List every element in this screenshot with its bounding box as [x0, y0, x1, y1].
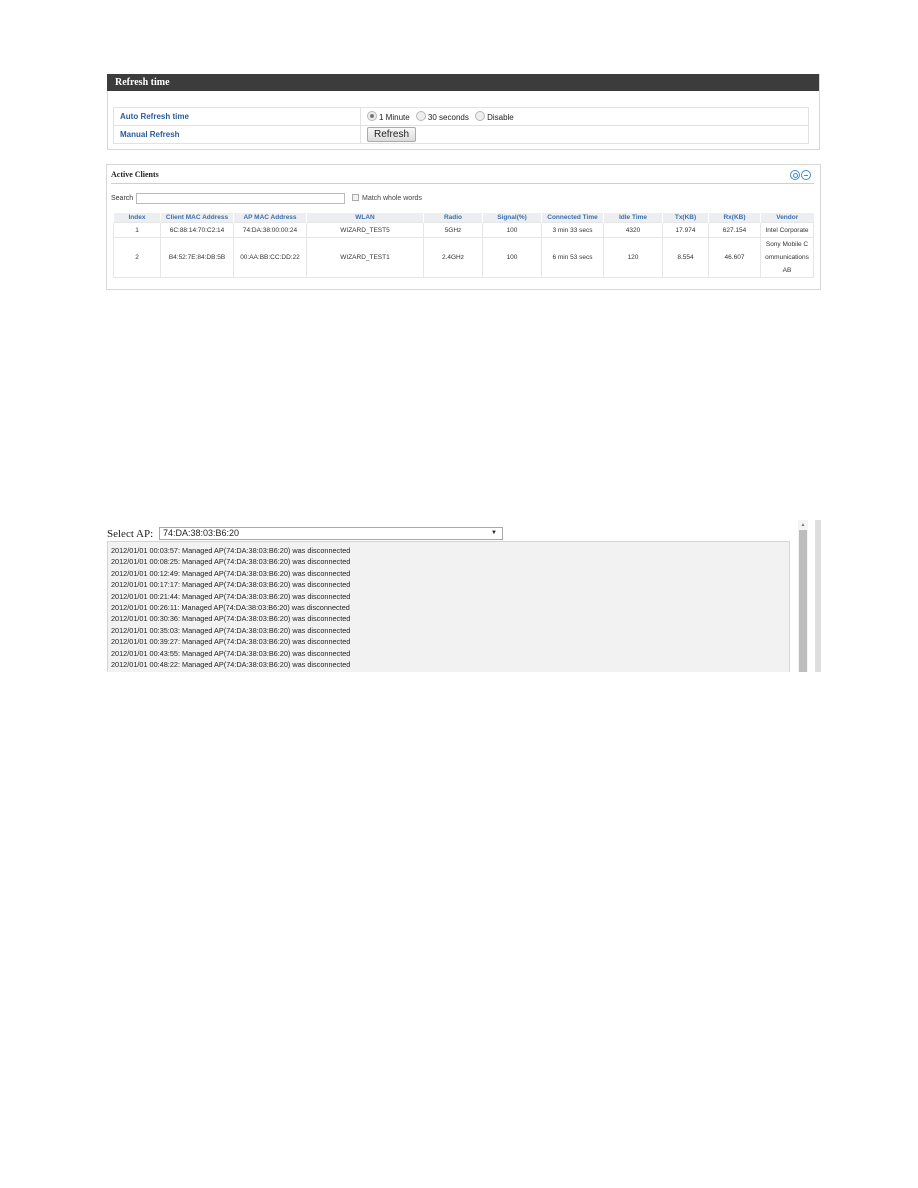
cell-wlan: WIZARD_TEST5 — [306, 222, 424, 238]
cell-index: 2 — [113, 237, 161, 278]
column-header-client-mac[interactable]: Client MAC Address — [160, 213, 234, 223]
cell-signal: 100 — [482, 237, 542, 278]
table-header-row: Index Client MAC Address AP MAC Address … — [113, 213, 814, 223]
active-clients-table: Index Client MAC Address AP MAC Address … — [113, 213, 814, 278]
log-line: 2012/01/01 00:03:57: Managed AP(74:DA:38… — [111, 546, 351, 555]
refresh-settings-table: Auto Refresh time 1 Minute 30 seconds Di… — [113, 107, 809, 144]
cell-tx: 8.554 — [662, 237, 709, 278]
cell-tx: 17.974 — [662, 222, 709, 238]
divider — [111, 183, 814, 184]
radio-1-minute-label[interactable]: 1 Minute — [379, 113, 410, 122]
cell-radio: 5GHz — [423, 222, 483, 238]
column-header-vendor[interactable]: Vendor — [760, 213, 814, 223]
column-header-wlan[interactable]: WLAN — [306, 213, 424, 223]
auto-refresh-label: Auto Refresh time — [113, 107, 361, 126]
column-header-tx[interactable]: Tx(KB) — [662, 213, 709, 223]
cell-ap-mac: 74:DA:38:00:00:24 — [233, 222, 307, 238]
scroll-thumb[interactable] — [799, 530, 807, 672]
log-line: 2012/01/01 00:39:27: Managed AP(74:DA:38… — [111, 637, 351, 647]
cell-client-mac: B4:52:7E:84:DB:5B — [160, 237, 234, 278]
cell-vendor: Sony Mobile C ommunications AB — [760, 237, 814, 278]
refresh-time-header: Refresh time — [107, 74, 819, 91]
column-header-rx[interactable]: Rx(KB) — [708, 213, 761, 223]
collapse-minus-icon[interactable] — [801, 170, 811, 180]
active-clients-title: Active Clients — [111, 170, 159, 179]
cell-rx: 46.607 — [708, 237, 761, 278]
cell-signal: 100 — [482, 222, 542, 238]
panel-controls — [790, 170, 811, 180]
log-line: 2012/01/01 00:12:49: Managed AP(74:DA:38… — [111, 568, 351, 578]
refresh-button[interactable]: Refresh — [367, 127, 417, 142]
auto-refresh-options: 1 Minute 30 seconds Disable — [360, 107, 809, 126]
page-scrollbar[interactable] — [815, 520, 821, 672]
table-row: 1 6C:88:14:70:C2:14 74:DA:38:00:00:24 WI… — [113, 222, 814, 238]
cell-wlan: WIZARD_TEST1 — [306, 237, 424, 278]
cell-radio: 2.4GHz — [423, 237, 483, 278]
cell-vendor: Intel Corporate — [760, 222, 814, 238]
selected-ap-value: 74:DA:38:03:B6:20 — [163, 528, 240, 538]
log-line: 2012/01/01 00:21:44: Managed AP(74:DA:38… — [111, 591, 351, 601]
dropdown-arrow-icon[interactable]: ▼ — [491, 528, 497, 539]
column-header-connected-time[interactable]: Connected Time — [541, 213, 604, 223]
cell-connected-time: 3 min 33 secs — [541, 222, 604, 238]
manual-refresh-cell: Refresh — [360, 125, 809, 144]
radio-disable-label[interactable]: Disable — [487, 113, 514, 122]
radio-1-minute[interactable] — [367, 111, 377, 121]
radio-disable[interactable] — [475, 111, 486, 121]
column-header-index[interactable]: Index — [113, 213, 161, 223]
cell-idle-time: 120 — [603, 237, 663, 278]
log-line: 2012/01/01 00:26:11: Managed AP(74:DA:38… — [111, 602, 350, 612]
refresh-circle-icon[interactable] — [790, 170, 800, 180]
log-line: 2012/01/01 00:43:55: Managed AP(74:DA:38… — [111, 648, 351, 658]
match-whole-words-label[interactable]: Match whole words — [362, 195, 422, 202]
cell-connected-time: 6 min 53 secs — [541, 237, 604, 278]
log-textarea[interactable]: 2012/01/01 00:03:57: Managed AP(74:DA:38… — [107, 541, 790, 672]
log-line: 2012/01/01 00:30:36: Managed AP(74:DA:38… — [111, 614, 351, 624]
manual-refresh-row: Manual Refresh Refresh — [113, 125, 809, 144]
select-ap-label: Select AP: — [107, 528, 154, 540]
cell-client-mac: 6C:88:14:70:C2:14 — [160, 222, 234, 238]
search-input[interactable] — [136, 193, 345, 204]
manual-refresh-label: Manual Refresh — [113, 125, 361, 144]
cell-idle-time: 4320 — [603, 222, 663, 238]
column-header-idle-time[interactable]: Idle Time — [603, 213, 663, 223]
log-scrollbar[interactable]: ▲ — [798, 520, 808, 672]
cell-index: 1 — [113, 222, 161, 238]
column-header-ap-mac[interactable]: AP MAC Address — [233, 213, 307, 223]
radio-30-seconds-label[interactable]: 30 seconds — [428, 113, 469, 122]
radio-30-seconds[interactable] — [415, 111, 426, 121]
cell-rx: 627.154 — [708, 222, 761, 238]
column-header-radio[interactable]: Radio — [423, 213, 483, 223]
cell-ap-mac: 00:AA:BB:CC:DD:22 — [233, 237, 307, 278]
search-label: Search — [111, 195, 134, 202]
auto-refresh-row: Auto Refresh time 1 Minute 30 seconds Di… — [113, 107, 809, 126]
select-ap-dropdown[interactable]: 74:DA:38:03:B6:20 ▼ — [159, 527, 503, 540]
log-line: 2012/01/01 00:48:22: Managed AP(74:DA:38… — [111, 659, 351, 669]
log-line: 2012/01/01 00:35:03: Managed AP(74:DA:38… — [111, 625, 351, 635]
log-line: 2012/01/01 00:08:25: Managed AP(74:DA:38… — [111, 557, 351, 567]
column-header-signal[interactable]: Signal(%) — [482, 213, 542, 223]
match-whole-words-checkbox[interactable] — [352, 194, 359, 201]
scroll-up-arrow-icon[interactable]: ▲ — [798, 520, 808, 530]
log-line: 2012/01/01 00:17:17: Managed AP(74:DA:38… — [111, 580, 351, 590]
table-row: 2 B4:52:7E:84:DB:5B 00:AA:BB:CC:DD:22 WI… — [113, 237, 814, 278]
